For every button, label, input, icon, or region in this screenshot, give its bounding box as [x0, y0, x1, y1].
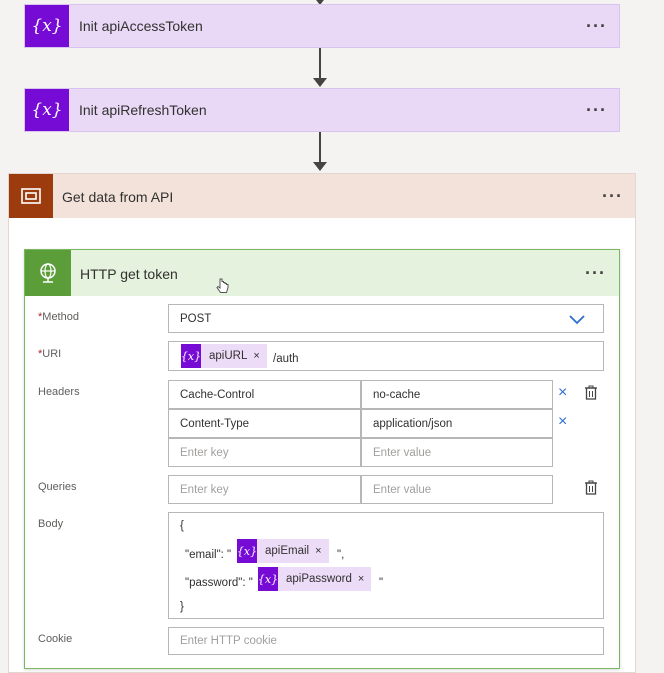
http-header[interactable]: HTTP get token ···	[25, 250, 619, 296]
more-options-button[interactable]: ···	[586, 17, 607, 35]
queries-label: Queries	[38, 481, 77, 493]
method-label: *Method	[38, 311, 79, 323]
body-password-key: "password": "	[185, 577, 253, 589]
action-init-apiaccesstoken[interactable]: {x} Init apiAccessToken ···	[24, 4, 620, 48]
body-close-brace: }	[180, 601, 184, 613]
action-title: Init apiAccessToken	[79, 18, 203, 34]
more-options-button[interactable]: ···	[586, 101, 607, 119]
action-init-apirefreshtoken[interactable]: {x} Init apiRefreshToken ···	[24, 88, 620, 132]
http-title: HTTP get token	[80, 266, 178, 282]
dynamic-token-apiurl[interactable]: {x} apiURL ×	[181, 344, 267, 368]
connector-arrow	[313, 162, 327, 171]
more-options-button[interactable]: ···	[585, 264, 606, 282]
body-email-suffix: ",	[337, 549, 345, 561]
connector-line	[319, 132, 321, 164]
body-email-key: "email": "	[185, 549, 232, 561]
cookie-label: Cookie	[38, 633, 73, 645]
header-value-new[interactable]: Enter value	[361, 438, 553, 467]
headers-label: Headers	[38, 386, 80, 398]
remove-token-icon[interactable]: ×	[253, 350, 266, 362]
body-editor[interactable]: { "email": " {x} apiEmail × ", "password…	[168, 512, 604, 619]
remove-token-icon[interactable]: ×	[358, 573, 371, 585]
variable-icon: {x}	[25, 89, 69, 131]
delete-header-icon[interactable]: ×	[558, 385, 567, 401]
variable-icon: {x}	[25, 5, 69, 47]
header-value-2[interactable]: application/json	[361, 409, 553, 438]
dynamic-token-apiemail[interactable]: {x} apiEmail ×	[237, 539, 329, 563]
trash-icon[interactable]	[584, 385, 598, 401]
connector-arrow	[313, 78, 327, 87]
query-value-new[interactable]: Enter value	[361, 475, 553, 504]
action-title: Init apiRefreshToken	[79, 102, 207, 118]
body-open-brace: {	[180, 520, 184, 532]
connector-line	[319, 48, 321, 80]
uri-field[interactable]: {x} apiURL × /auth	[168, 341, 604, 371]
method-dropdown[interactable]: POST	[168, 304, 604, 333]
more-options-button[interactable]: ···	[602, 187, 623, 205]
scope-title: Get data from API	[62, 189, 174, 205]
header-key-new[interactable]: Enter key	[168, 438, 361, 467]
uri-suffix: /auth	[273, 353, 299, 365]
header-value-1[interactable]: no-cache	[361, 380, 553, 409]
scope-icon	[9, 174, 53, 218]
delete-header-icon[interactable]: ×	[558, 414, 567, 430]
uri-label: *URI	[38, 348, 62, 360]
globe-icon	[25, 250, 71, 296]
scope-header[interactable]: Get data from API ···	[9, 174, 635, 218]
chevron-down-icon	[569, 315, 585, 325]
body-password-suffix: "	[379, 577, 384, 589]
dynamic-token-apipassword[interactable]: {x} apiPassword ×	[258, 567, 372, 591]
variable-icon: {x}	[181, 344, 201, 368]
query-key-new[interactable]: Enter key	[168, 475, 361, 504]
cookie-field[interactable]: Enter HTTP cookie	[168, 627, 604, 655]
header-key-2[interactable]: Content-Type	[168, 409, 361, 438]
mouse-cursor-icon	[216, 278, 229, 293]
variable-icon: {x}	[237, 539, 257, 563]
remove-token-icon[interactable]: ×	[315, 545, 328, 557]
trash-icon[interactable]	[584, 480, 598, 496]
header-key-1[interactable]: Cache-Control	[168, 380, 361, 409]
body-label: Body	[38, 518, 64, 530]
variable-icon: {x}	[258, 567, 278, 591]
